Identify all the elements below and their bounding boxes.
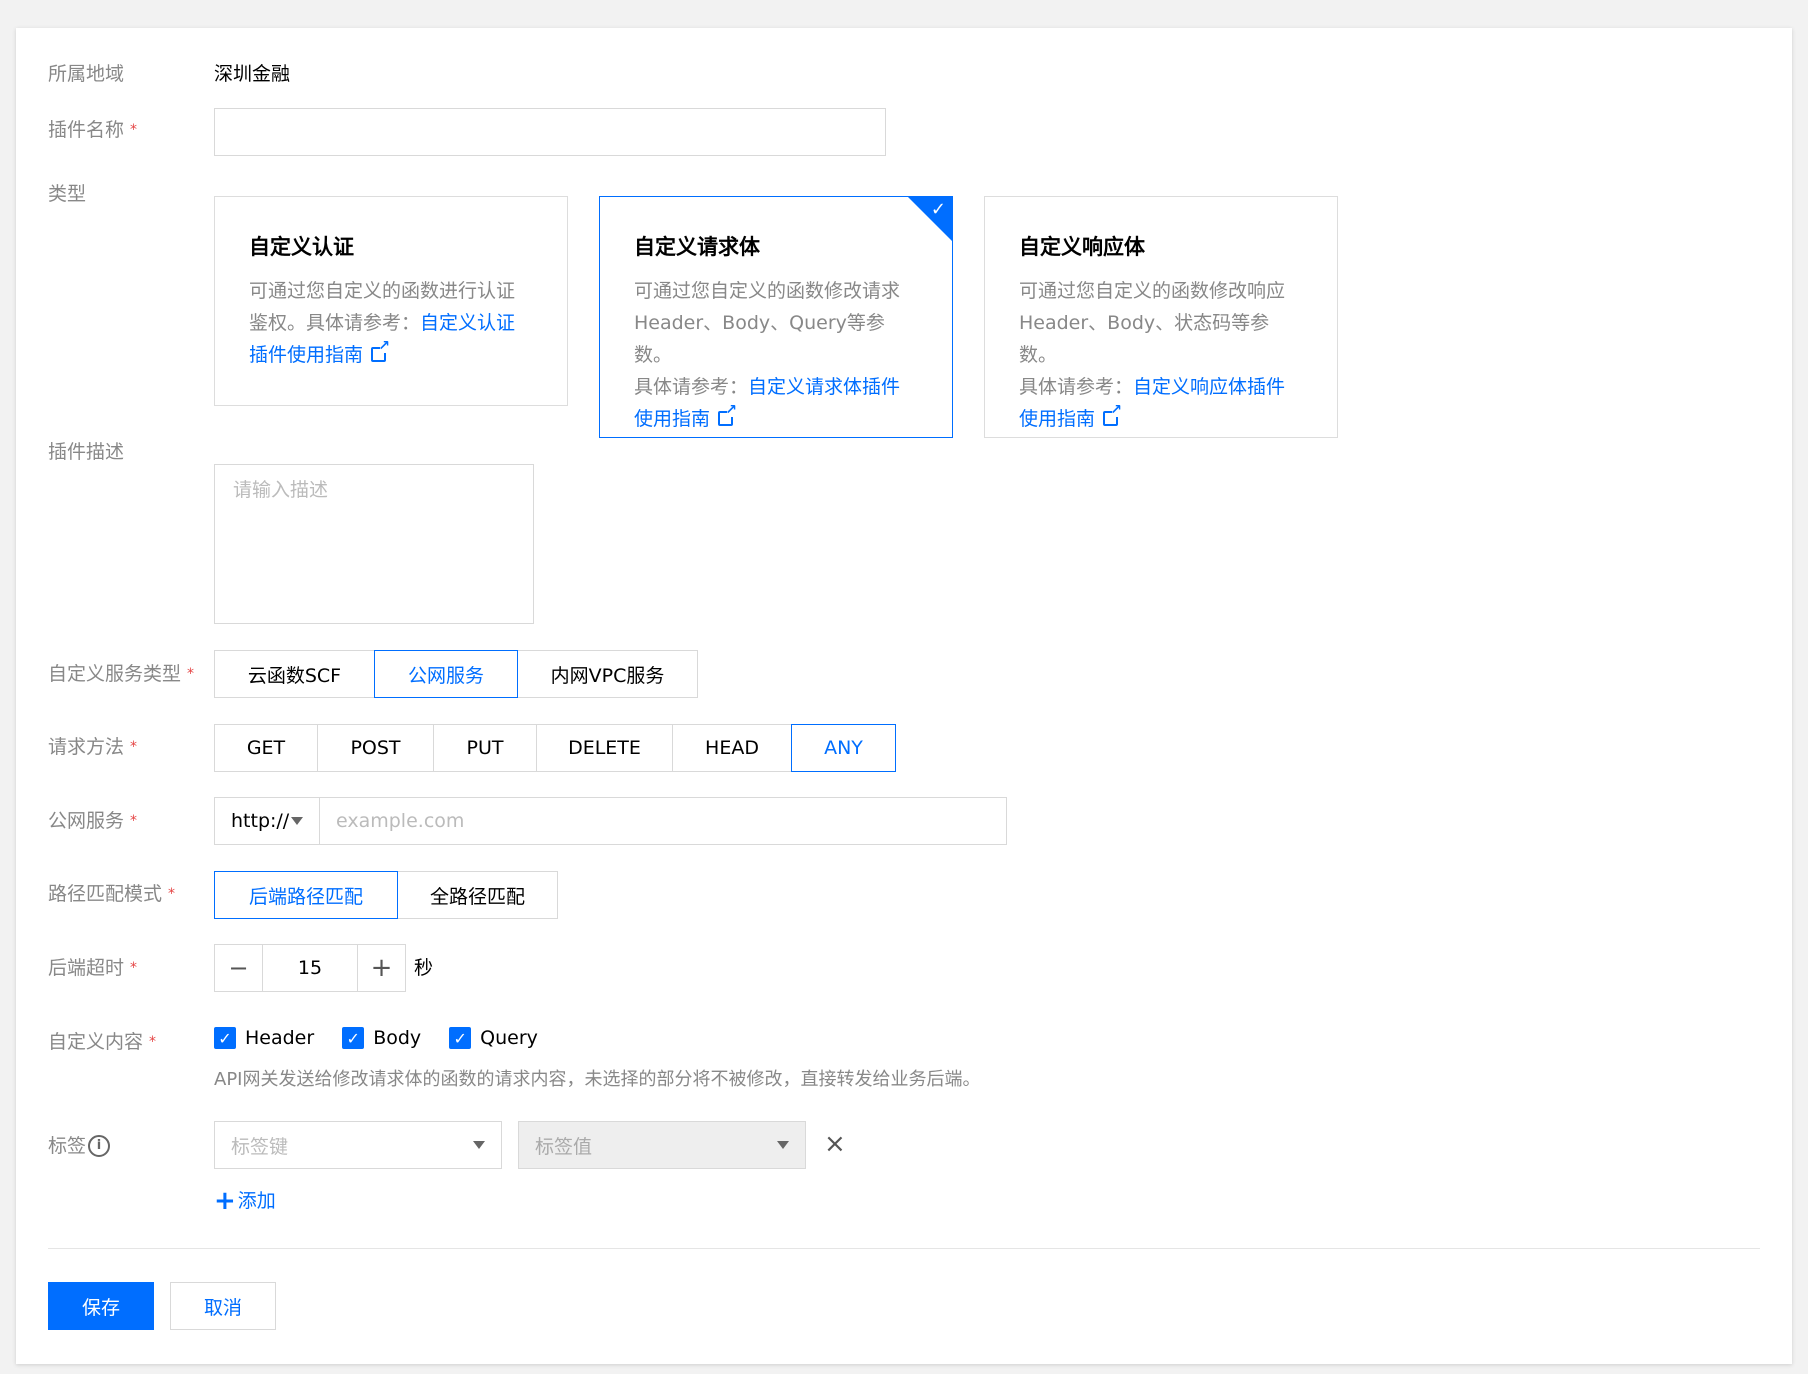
checkbox-body[interactable]: ✓ Body bbox=[342, 1027, 421, 1049]
chevron-down-icon bbox=[291, 817, 303, 825]
divider bbox=[48, 1248, 1760, 1249]
card-title: 自定义响应体 bbox=[1019, 235, 1145, 259]
protocol-select[interactable]: http:// bbox=[214, 797, 320, 845]
type-card-custom-request-body[interactable]: ✓ 自定义请求体 可通过您自定义的函数修改请求 Header、Body、Quer… bbox=[599, 196, 953, 438]
external-link-icon bbox=[1103, 403, 1122, 426]
check-icon: ✓ bbox=[930, 199, 946, 220]
custom-content-checkboxes: ✓ Header ✓ Body ✓ Query bbox=[214, 1027, 566, 1049]
save-button[interactable]: 保存 bbox=[48, 1282, 154, 1330]
response-body-guide-link[interactable]: 自定义响应体插件 bbox=[1133, 376, 1285, 398]
method-label: 请求方法 * bbox=[48, 736, 138, 758]
plugin-name-input[interactable] bbox=[214, 108, 886, 156]
service-type-public[interactable]: 公网服务 bbox=[374, 650, 518, 698]
checkbox-header[interactable]: ✓ Header bbox=[214, 1027, 314, 1049]
path-mode-backend[interactable]: 后端路径匹配 bbox=[214, 871, 398, 919]
type-label: 类型 bbox=[48, 183, 87, 205]
card-title: 自定义认证 bbox=[249, 235, 354, 259]
service-type-segment: 云函数SCF 公网服务 内网VPC服务 bbox=[214, 650, 698, 698]
method-put[interactable]: PUT bbox=[433, 724, 537, 772]
timeout-stepper: − 15 + bbox=[214, 944, 406, 992]
check-icon: ✓ bbox=[449, 1027, 472, 1049]
description-label: 插件描述 bbox=[48, 441, 125, 463]
method-segment: GET POST PUT DELETE HEAD ANY bbox=[214, 724, 896, 772]
custom-content-hint: API网关发送给修改请求体的函数的请求内容，未选择的部分将不被修改，直接转发给业… bbox=[214, 1069, 981, 1090]
type-card-custom-response-body[interactable]: 自定义响应体 可通过您自定义的函数修改响应 Header、Body、状态码等参数… bbox=[984, 196, 1338, 438]
checkbox-query[interactable]: ✓ Query bbox=[449, 1027, 538, 1049]
plugin-name-label: 插件名称 * bbox=[48, 119, 138, 141]
chevron-down-icon bbox=[473, 1141, 485, 1149]
request-body-guide-link-2[interactable]: 使用指南 bbox=[634, 408, 710, 430]
tag-value-select[interactable]: 标签值 bbox=[518, 1121, 806, 1169]
service-type-scf[interactable]: 云函数SCF bbox=[214, 650, 375, 698]
decrement-button[interactable]: − bbox=[214, 944, 263, 992]
method-head[interactable]: HEAD bbox=[672, 724, 792, 772]
external-link-icon bbox=[371, 339, 390, 362]
card-desc: 可通过您自定义的函数修改请求 Header、Body、Query等参数。 具体请… bbox=[634, 275, 918, 435]
method-get[interactable]: GET bbox=[214, 724, 318, 772]
chevron-down-icon bbox=[777, 1141, 789, 1149]
type-card-custom-auth[interactable]: 自定义认证 可通过您自定义的函数进行认证鉴权。具体请参考：自定义认证插件使用指南 bbox=[214, 196, 568, 406]
service-type-label: 自定义服务类型 * bbox=[48, 663, 195, 685]
timeout-input[interactable]: 15 bbox=[262, 944, 358, 992]
remove-tag-icon[interactable]: × bbox=[824, 1128, 846, 1160]
custom-content-label: 自定义内容 * bbox=[48, 1031, 157, 1053]
tags-label: 标签 i bbox=[48, 1134, 111, 1158]
cancel-button[interactable]: 取消 bbox=[170, 1282, 276, 1330]
public-service-host-input[interactable]: example.com bbox=[319, 797, 1007, 845]
timeout-label: 后端超时 * bbox=[48, 957, 138, 979]
region-label: 所属地域 bbox=[48, 63, 125, 85]
path-mode-segment: 后端路径匹配 全路径匹配 bbox=[214, 871, 558, 919]
external-link-icon bbox=[718, 403, 737, 426]
tag-key-select[interactable]: 标签键 bbox=[214, 1121, 502, 1169]
card-desc: 可通过您自定义的函数修改响应 Header、Body、状态码等参数。 具体请参考… bbox=[1019, 275, 1303, 435]
add-tag-button[interactable]: + 添加 bbox=[214, 1188, 276, 1214]
info-icon[interactable]: i bbox=[88, 1135, 111, 1157]
check-icon: ✓ bbox=[342, 1027, 365, 1049]
plus-icon: + bbox=[214, 1186, 236, 1216]
method-post[interactable]: POST bbox=[317, 724, 434, 772]
timeout-unit: 秒 bbox=[414, 957, 434, 979]
region-value: 深圳金融 bbox=[214, 63, 291, 85]
plugin-form-panel: 所属地域 深圳金融 插件名称 * 类型 自定义认证 可通过您自定义的函数进行认证鉴… bbox=[16, 28, 1792, 1364]
card-title: 自定义请求体 bbox=[634, 235, 760, 259]
response-body-guide-link-2[interactable]: 使用指南 bbox=[1019, 408, 1095, 430]
request-body-guide-link[interactable]: 自定义请求体插件 bbox=[748, 376, 900, 398]
method-delete[interactable]: DELETE bbox=[536, 724, 673, 772]
card-desc: 可通过您自定义的函数进行认证鉴权。具体请参考：自定义认证插件使用指南 bbox=[249, 275, 533, 371]
public-service-label: 公网服务 * bbox=[48, 810, 138, 832]
increment-button[interactable]: + bbox=[357, 944, 406, 992]
check-icon: ✓ bbox=[214, 1027, 236, 1049]
path-mode-label: 路径匹配模式 * bbox=[48, 883, 176, 905]
description-textarea[interactable]: 请输入描述 bbox=[214, 464, 534, 624]
path-mode-full[interactable]: 全路径匹配 bbox=[397, 871, 558, 919]
method-any[interactable]: ANY bbox=[791, 724, 896, 772]
service-type-vpc[interactable]: 内网VPC服务 bbox=[517, 650, 698, 698]
